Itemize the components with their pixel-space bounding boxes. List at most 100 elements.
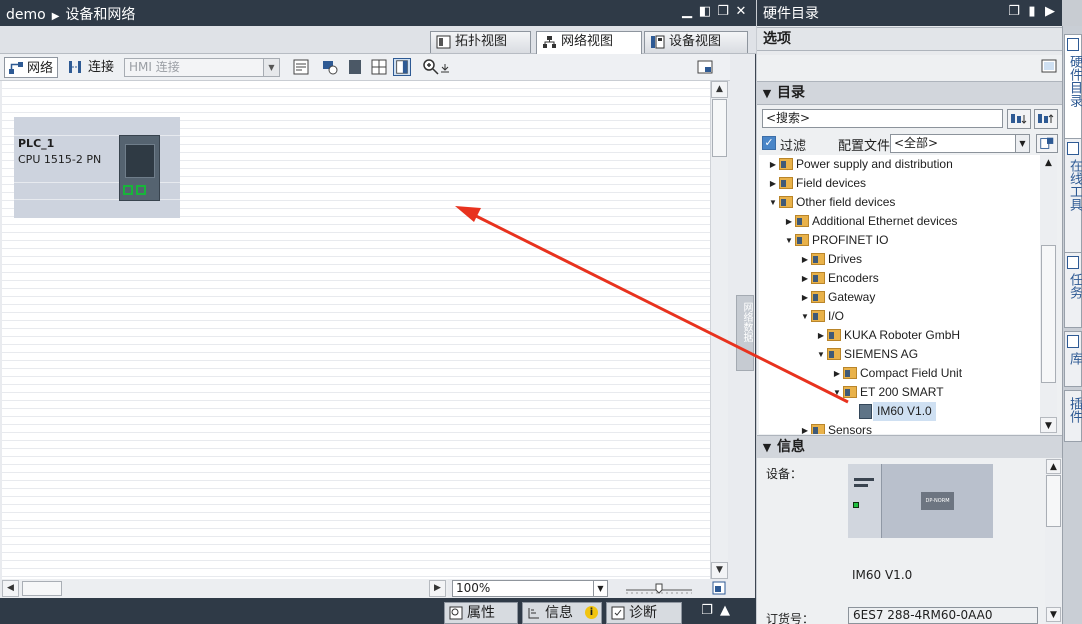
restore-icon[interactable]: ❐ (716, 3, 730, 21)
catalog-folder-item[interactable]: ▼ PROFINET IO (783, 231, 1023, 250)
expand-right-icon[interactable]: ▶ (799, 269, 811, 288)
catalog-section-header[interactable]: ▼ 目录 (757, 81, 1062, 105)
tab-topology-view[interactable]: 拓扑视图 (430, 31, 531, 53)
info-section-header[interactable]: ▼ 信息 (757, 435, 1062, 459)
expand-right-icon[interactable]: ▶ (799, 288, 811, 307)
device-label: 设备： (766, 467, 803, 481)
catalog-folder-item[interactable]: ▶ Gateway (799, 288, 1039, 307)
canvas-vertical-scrollbar[interactable]: ▲ ▼ (710, 81, 728, 579)
profile-select[interactable]: <全部> ▼ (890, 134, 1030, 153)
zoom-slider[interactable] (624, 581, 694, 597)
zoom-icon[interactable] (422, 58, 440, 76)
minimize-icon[interactable]: ▁ (680, 3, 694, 21)
side-tab-hardware-catalog[interactable]: 硬件目录 (1064, 34, 1082, 152)
expand-up-icon[interactable]: ▲ (718, 602, 732, 620)
expand-right-icon[interactable]: ▶ (815, 326, 827, 345)
expand-down-icon[interactable]: ▼ (767, 193, 779, 212)
profinet-port-icon[interactable] (136, 185, 146, 195)
options-section-header[interactable]: 选项 (757, 27, 1062, 51)
search-down-button[interactable] (1007, 109, 1031, 129)
module-icon[interactable] (346, 58, 364, 76)
scroll-thumb[interactable] (22, 581, 62, 596)
close-icon[interactable]: ✕ (734, 3, 748, 21)
layout-icon[interactable] (393, 58, 411, 76)
float-icon[interactable]: ❐ (1007, 3, 1021, 21)
side-tab-tasks[interactable]: 任务 (1064, 252, 1082, 328)
catalog-folder-item[interactable]: ▶ Sensors (799, 421, 1039, 434)
expand-right-icon[interactable]: ▶ (767, 174, 779, 193)
show-address-icon[interactable] (321, 58, 339, 76)
scroll-up-icon[interactable]: ▲ (1046, 459, 1061, 474)
catalog-folder-item[interactable]: ▶ Compact Field Unit (831, 364, 1040, 383)
catalog-search-input[interactable]: <搜索> (762, 109, 1003, 128)
tab-network-view[interactable]: 网络视图 (536, 31, 642, 54)
network-mode-button[interactable]: 网络 (4, 57, 58, 78)
zoom-select[interactable]: 100% ▼ (452, 580, 608, 597)
catalog-folder-item[interactable]: ▶ Additional Ethernet devices (783, 212, 1023, 231)
expand-right-icon[interactable]: ▶ (799, 421, 811, 434)
catalog-folder-item[interactable]: ▼ Other field devices (767, 193, 1007, 212)
expand-right-icon[interactable]: ▶ (783, 212, 795, 231)
zoom-menu-icon[interactable] (439, 58, 451, 76)
catalog-folder-item[interactable]: ▼ SIEMENS AG (815, 345, 1040, 364)
connections-button[interactable]: 连接 (66, 57, 114, 78)
scroll-down-icon[interactable]: ▼ (711, 562, 728, 579)
scroll-thumb[interactable] (712, 99, 727, 157)
catalog-folder-item[interactable]: ▶ Power supply and distribution (767, 155, 1007, 174)
navigator-icon[interactable] (712, 581, 726, 595)
catalog-folder-item[interactable]: ▼ ET 200 SMART (831, 383, 1040, 402)
float-icon[interactable]: ◧ (698, 3, 712, 21)
side-tab-add-ins[interactable]: 插件 (1064, 390, 1082, 442)
expand-down-icon[interactable]: ▼ (799, 307, 811, 326)
expand-down-icon[interactable]: ▼ (783, 231, 795, 250)
expand-right-icon[interactable]: ▶ (799, 250, 811, 269)
device-names-icon[interactable] (292, 58, 310, 76)
order-number-field[interactable]: 6ES7 288-4RM60-0AA0 (848, 607, 1038, 624)
scroll-up-icon[interactable]: ▲ (1040, 155, 1057, 171)
scroll-up-icon[interactable]: ▲ (711, 81, 728, 98)
order-number-value: 6ES7 288-4RM60-0AA0 (853, 608, 993, 622)
scroll-down-icon[interactable]: ▼ (1046, 607, 1061, 622)
tab-device-view[interactable]: 设备视图 (644, 31, 748, 53)
overview-icon[interactable] (696, 58, 714, 76)
expand-right-icon[interactable]: ▶ (767, 155, 779, 174)
plc-device[interactable]: PLC_1 CPU 1515-2 PN (14, 117, 180, 218)
tab-properties[interactable]: 属性 (444, 602, 518, 624)
search-up-button[interactable] (1034, 109, 1058, 129)
catalog-module-item[interactable]: IM60 V1.0 (847, 402, 1040, 421)
side-tab-libraries[interactable]: 库 (1064, 331, 1082, 387)
folder-icon (827, 329, 841, 341)
scroll-thumb[interactable] (1041, 245, 1056, 383)
catalog-folder-item[interactable]: ▼ I/O (799, 307, 1039, 326)
scroll-thumb[interactable] (1046, 475, 1061, 527)
profinet-port-icon[interactable] (123, 185, 133, 195)
tab-diagnostics[interactable]: 诊断 (606, 602, 682, 624)
catalog-folder-item[interactable]: ▶ Drives (799, 250, 1039, 269)
catalog-folder-item[interactable]: ▶ KUKA Roboter GmbH (815, 326, 1040, 345)
expand-right-icon[interactable]: ▶ (831, 364, 843, 383)
hmi-connection-select[interactable]: HMI 连接 ▼ (124, 58, 280, 77)
filter-checkbox[interactable]: ✓ (762, 136, 776, 150)
profile-settings-icon[interactable] (1036, 134, 1058, 153)
scroll-down-icon[interactable]: ▼ (1040, 417, 1057, 433)
scroll-left-icon[interactable]: ◀ (2, 580, 19, 597)
side-tab-online-tools[interactable]: 在线工具 (1064, 138, 1082, 258)
catalog-folder-item[interactable]: ▶ Field devices (767, 174, 1007, 193)
expand-down-icon[interactable]: ▼ (815, 345, 827, 364)
tab-info[interactable]: 信息 i (522, 602, 602, 624)
pin-icon[interactable]: ▮ (1025, 3, 1039, 21)
expand-down-icon[interactable]: ▼ (831, 383, 843, 402)
collapse-icon[interactable]: ▶ (1043, 3, 1057, 21)
grid-icon[interactable] (370, 58, 388, 76)
network-data-panel-tab[interactable]: 网络数据 (736, 295, 754, 371)
editor-toolbar: 网络 连接 HMI 连接 ▼ (0, 54, 730, 81)
scroll-right-icon[interactable]: ▶ (429, 580, 446, 597)
catalog-tree-scrollbar[interactable]: ▲ ▼ (1040, 155, 1057, 434)
properties-icon (449, 606, 463, 620)
breadcrumb-project[interactable]: demo (6, 7, 46, 23)
catalog-folder-item[interactable]: ▶ Encoders (799, 269, 1039, 288)
float-icon[interactable]: ❐ (700, 602, 714, 620)
canvas-horizontal-scrollbar[interactable]: ◀ ▶ (2, 579, 448, 598)
info-scrollbar[interactable]: ▲ ▼ (1045, 459, 1062, 624)
options-layout-icon[interactable] (1041, 59, 1057, 73)
